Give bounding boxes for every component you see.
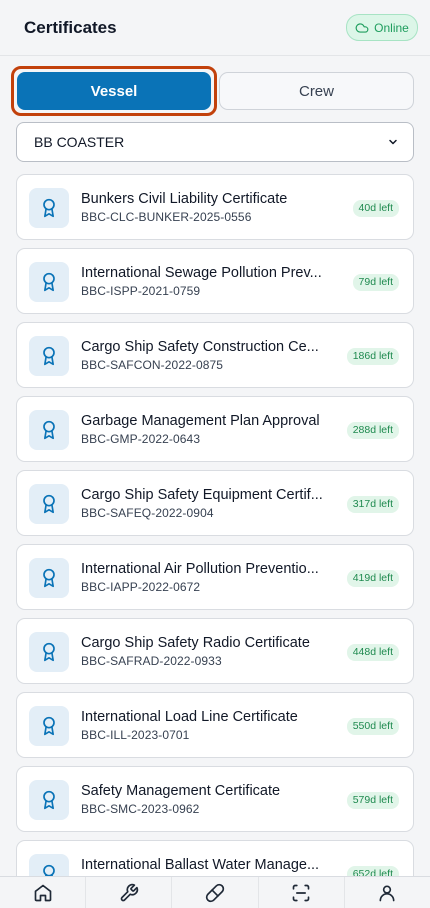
certificate-title: International Ballast Water Manage... bbox=[81, 857, 320, 873]
certificate-title: Cargo Ship Safety Construction Ce... bbox=[81, 339, 319, 355]
certificate-title: International Load Line Certificate bbox=[81, 709, 298, 725]
award-icon bbox=[43, 642, 55, 662]
certificate-title: Cargo Ship Safety Radio Certificate bbox=[81, 635, 310, 651]
certificate-title: International Air Pollution Preventio... bbox=[81, 561, 319, 577]
app-header: Certificates Online bbox=[0, 0, 430, 56]
days-left-badge: 79d left bbox=[352, 274, 399, 291]
certificate-card[interactable]: International Air Pollution Preventio...… bbox=[16, 544, 414, 610]
certificate-code: BBC-IAPP-2022-0672 bbox=[81, 580, 201, 594]
user-icon bbox=[379, 885, 395, 901]
page-title: Certificates bbox=[24, 18, 117, 37]
certificate-code: BBC-SMC-2023-0962 bbox=[81, 802, 200, 816]
days-left-badge: 419d left bbox=[346, 570, 399, 587]
pill-icon bbox=[205, 883, 225, 902]
certificate-title: Cargo Ship Safety Equipment Certif... bbox=[81, 487, 323, 503]
certificate-card[interactable]: International Sewage Pollution Prev... BB… bbox=[16, 248, 414, 314]
chevron-down-icon bbox=[389, 139, 397, 145]
certificate-icon-box bbox=[29, 188, 69, 228]
award-icon bbox=[43, 420, 55, 440]
bottom-nav bbox=[0, 876, 430, 908]
certificate-icon-box bbox=[29, 632, 69, 672]
vessel-tab-highlight: Vessel bbox=[11, 66, 217, 116]
vessel-select[interactable]: BB COASTER bbox=[16, 122, 414, 162]
certificate-code: BBC-SAFRAD-2022-0933 bbox=[81, 654, 222, 668]
certificate-card[interactable]: International Load Line Certificate BBC-I… bbox=[16, 692, 414, 758]
certificate-code: BBC-CLC-BUNKER-2025-0556 bbox=[81, 210, 252, 224]
award-icon bbox=[43, 568, 55, 588]
award-icon bbox=[43, 198, 55, 218]
days-left-badge: 579d left bbox=[346, 792, 399, 809]
certificate-title: Safety Management Certificate bbox=[81, 783, 281, 799]
award-icon bbox=[43, 716, 55, 736]
days-left-badge: 448d left bbox=[346, 644, 399, 661]
days-left-badge: 550d left bbox=[346, 718, 399, 735]
certificate-code: BBC-SAFCON-2022-0875 bbox=[81, 358, 224, 372]
certificate-code: BBC-SAFEQ-2022-0904 bbox=[81, 506, 214, 520]
days-left-badge: 288d left bbox=[346, 422, 399, 439]
vessel-select-value: BB COASTER bbox=[34, 134, 125, 150]
wrench-icon bbox=[120, 883, 138, 901]
nav-maintenance[interactable] bbox=[86, 877, 173, 908]
certificate-card[interactable]: Garbage Management Plan Approval BBC-GMP-… bbox=[16, 396, 414, 462]
certificate-icon-box bbox=[29, 780, 69, 820]
scan-icon bbox=[292, 884, 310, 901]
nav-profile[interactable] bbox=[345, 877, 430, 908]
certificate-icon-box bbox=[29, 484, 69, 524]
certificate-code: BBC-GMP-2022-0643 bbox=[81, 432, 201, 446]
certificate-icon-box bbox=[29, 706, 69, 746]
certificate-card[interactable]: Cargo Ship Safety Equipment Certif... BBC… bbox=[16, 470, 414, 536]
days-left-badge: 317d left bbox=[346, 496, 399, 513]
nav-scan[interactable] bbox=[259, 877, 345, 908]
certificate-icon-box bbox=[29, 410, 69, 450]
award-icon bbox=[43, 494, 55, 514]
tab-crew[interactable]: Crew bbox=[219, 72, 414, 110]
certificate-card[interactable]: Cargo Ship Safety Radio Certificate BBC-S… bbox=[16, 618, 414, 684]
certificate-title: International Sewage Pollution Prev... bbox=[81, 265, 322, 281]
online-status-label: Online bbox=[374, 20, 409, 35]
certificate-icon-box bbox=[29, 558, 69, 598]
home-icon bbox=[34, 884, 51, 901]
certificate-card[interactable]: Cargo Ship Safety Construction Ce... BBC-… bbox=[16, 322, 414, 388]
award-icon bbox=[43, 272, 55, 292]
certificate-title: Garbage Management Plan Approval bbox=[81, 413, 320, 429]
award-icon bbox=[43, 346, 55, 366]
nav-home[interactable] bbox=[0, 877, 87, 908]
award-icon bbox=[43, 790, 55, 810]
nav-medical[interactable] bbox=[172, 877, 259, 908]
certificate-card[interactable]: Bunkers Civil Liability Certificate BBC-C… bbox=[16, 174, 414, 240]
cloud-icon bbox=[355, 22, 369, 33]
certificate-title: Bunkers Civil Liability Certificate bbox=[81, 191, 288, 207]
tab-vessel[interactable]: Vessel bbox=[17, 72, 211, 110]
certificate-code: BBC-ISPP-2021-0759 bbox=[81, 284, 201, 298]
online-status-badge: Online bbox=[346, 14, 418, 41]
days-left-badge: 40d left bbox=[352, 200, 399, 217]
certificate-icon-box bbox=[29, 262, 69, 302]
certificate-card[interactable]: Safety Management Certificate BBC-SMC-202… bbox=[16, 766, 414, 832]
certificate-icon-box bbox=[29, 336, 69, 376]
days-left-badge: 186d left bbox=[346, 348, 399, 365]
certificate-code: BBC-ILL-2023-0701 bbox=[81, 728, 190, 742]
